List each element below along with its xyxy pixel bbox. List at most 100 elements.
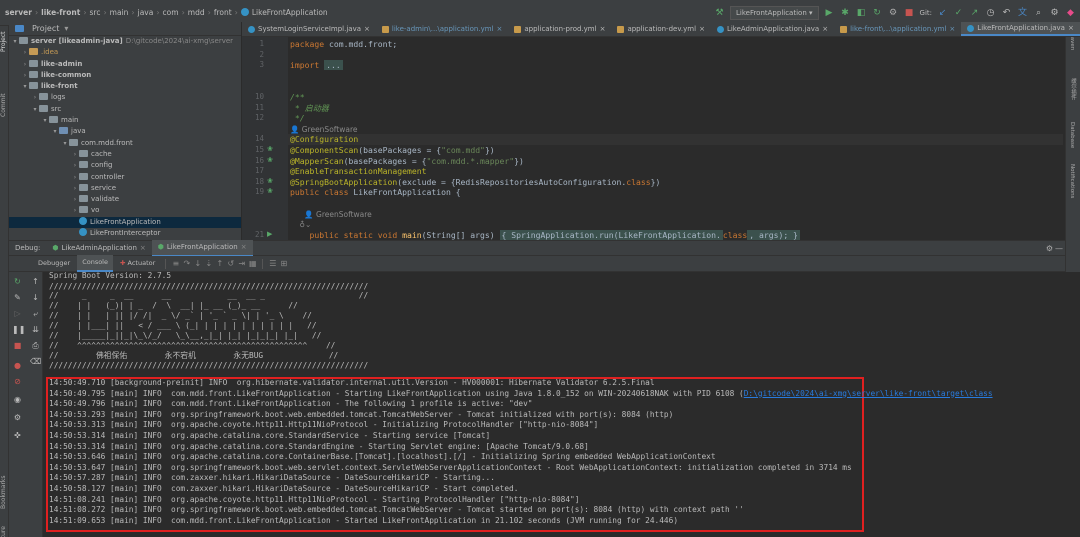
- evaluate-icon[interactable]: ▦: [248, 259, 257, 268]
- step-into-icon[interactable]: ↓: [193, 259, 202, 268]
- step-out-icon[interactable]: ↑: [215, 259, 224, 268]
- chevron-icon[interactable]: ›: [21, 70, 29, 81]
- breadcrumb-item[interactable]: com: [161, 8, 181, 17]
- editor-tab[interactable]: LikeFrontApplication.java ×: [961, 22, 1080, 36]
- editor-tab[interactable]: application-dev.yml ×: [611, 22, 711, 36]
- tab-actuator[interactable]: ✚ Actuator: [115, 256, 160, 271]
- bookmarks-tool-button[interactable]: Bookmarks: [0, 474, 9, 510]
- camera-icon[interactable]: ◉: [12, 394, 23, 405]
- tree-item[interactable]: › vo: [9, 205, 241, 216]
- breadcrumb-item[interactable]: front: [212, 8, 234, 17]
- print-icon[interactable]: ⎙: [30, 340, 41, 351]
- bean-gutter-icon[interactable]: ❀: [267, 156, 277, 164]
- close-icon[interactable]: ×: [497, 22, 503, 36]
- run-config-dropdown[interactable]: LikeFrontApplication ▾: [729, 6, 819, 20]
- clear-icon[interactable]: ⌫: [30, 356, 41, 367]
- rerun-icon[interactable]: ↻: [872, 8, 883, 19]
- editor-tab[interactable]: like-front\...\application.yml ×: [834, 22, 961, 36]
- database-tool-button[interactable]: Database: [1069, 122, 1075, 148]
- bean-gutter-icon[interactable]: ❀: [267, 187, 277, 195]
- close-icon[interactable]: ×: [699, 22, 705, 36]
- close-icon[interactable]: ×: [364, 22, 370, 36]
- translate-icon[interactable]: 文: [1017, 8, 1028, 19]
- tree-item[interactable]: ▾ main: [9, 115, 241, 126]
- show-execution-point-icon[interactable]: ≡: [171, 259, 180, 268]
- breadcrumb-item[interactable]: mdd: [186, 8, 207, 17]
- search-icon[interactable]: ⌕: [1033, 8, 1044, 19]
- breadcrumb-item[interactable]: LikeFrontApplication: [239, 8, 330, 17]
- settings-icon[interactable]: ⚙: [1049, 8, 1060, 19]
- settings-icon[interactable]: ⚙: [12, 412, 23, 423]
- trace-icon[interactable]: ☰: [268, 259, 277, 268]
- structure-tool-button[interactable]: Structure: [0, 523, 9, 537]
- chevron-icon[interactable]: ›: [71, 149, 79, 160]
- tree-item[interactable]: LikeFrontInterceptor: [9, 228, 241, 239]
- breadcrumb-item[interactable]: java: [136, 8, 156, 17]
- step-over-icon[interactable]: ↷: [182, 259, 191, 268]
- run-icon[interactable]: ▶: [824, 8, 835, 19]
- git-commit-icon[interactable]: ✓: [953, 8, 964, 19]
- mute-breakpoints-icon[interactable]: ⊘: [12, 376, 23, 387]
- chevron-icon[interactable]: ›: [71, 194, 79, 205]
- editor-tab[interactable]: LikeAdminApplication.java ×: [711, 22, 834, 36]
- soft-wrap-icon[interactable]: ⤶: [30, 308, 41, 319]
- editor-gutter[interactable]: 1 2 3 10 11 12 14 15 ❀ 16 ❀ 17 18 ❀ 19 ❀ 21 ▶: [242, 37, 288, 240]
- breadcrumb-item[interactable]: main: [108, 8, 131, 17]
- bean-gutter-icon[interactable]: ❀: [267, 145, 277, 153]
- pin-icon[interactable]: ✜: [12, 430, 23, 441]
- stop-icon[interactable]: ■: [904, 8, 915, 19]
- code-editor[interactable]: 1 2 3 10 11 12 14 15 ❀ 16 ❀ 17 18 ❀ 19 ❀ 21 ▶ package com…: [242, 37, 1063, 240]
- chevron-icon[interactable]: ›: [71, 172, 79, 183]
- chevron-icon[interactable]: ›: [71, 183, 79, 194]
- up-icon[interactable]: ↑: [30, 276, 41, 287]
- debug-icon[interactable]: ✱: [840, 8, 851, 19]
- settings-icon[interactable]: ⚙: [1046, 244, 1053, 253]
- breadcrumb-item[interactable]: server: [3, 8, 34, 17]
- commit-tool-button[interactable]: Commit: [0, 92, 9, 118]
- force-step-into-icon[interactable]: ⇣: [204, 259, 213, 268]
- project-panel-title[interactable]: Project: [32, 24, 59, 33]
- rollback-icon[interactable]: ↶: [1001, 8, 1012, 19]
- chevron-icon[interactable]: ›: [71, 205, 79, 216]
- chevron-icon[interactable]: ›: [71, 160, 79, 171]
- chevron-icon[interactable]: ▾: [51, 126, 59, 137]
- tree-item[interactable]: › service: [9, 183, 241, 194]
- chevron-icon[interactable]: ▾: [41, 115, 49, 126]
- pause-icon[interactable]: ❚❚: [12, 324, 25, 335]
- breadcrumb-item[interactable]: src: [88, 8, 103, 17]
- debug-session-tab-front[interactable]: ⬢ LikeFrontApplication ×: [151, 239, 253, 257]
- close-icon[interactable]: ×: [949, 22, 955, 36]
- console-scrollbar[interactable]: [1065, 272, 1080, 537]
- drop-frame-icon[interactable]: ↺: [226, 259, 235, 268]
- breadcrumb-item[interactable]: like-front: [39, 8, 82, 17]
- chevron-icon[interactable]: ›: [21, 59, 29, 70]
- run-gutter-icon[interactable]: ▶: [267, 230, 277, 238]
- notifications-tool-button[interactable]: Notifications: [1069, 164, 1075, 198]
- tree-item[interactable]: › logs: [9, 92, 241, 103]
- chevron-icon[interactable]: ›: [31, 92, 39, 103]
- bean-gutter-icon[interactable]: ❀: [267, 177, 277, 185]
- stop-icon[interactable]: ■: [12, 340, 23, 351]
- minimize-icon[interactable]: —: [1055, 244, 1063, 253]
- close-icon[interactable]: ×: [241, 240, 247, 255]
- console-output[interactable]: Spring Boot Version: 2.7.5//////////////…: [43, 272, 1065, 537]
- chevron-icon[interactable]: ▾: [31, 104, 39, 115]
- down-icon[interactable]: ↓: [30, 292, 41, 303]
- editor-tab[interactable]: application-prod.yml ×: [508, 22, 611, 36]
- tree-item[interactable]: › like-common: [9, 70, 241, 81]
- editor-tab[interactable]: like-admin\...\application.yml ×: [376, 22, 508, 36]
- layout-icon[interactable]: ⊞: [279, 259, 288, 268]
- tree-item[interactable]: › like-admin: [9, 59, 241, 70]
- coverage-icon[interactable]: ◧: [856, 8, 867, 19]
- plugin-tool-button[interactable]: 缓尔插件: [1069, 78, 1077, 100]
- debug-session-tab-admin[interactable]: ⬢ LikeAdminApplication ×: [46, 241, 151, 256]
- chevron-icon[interactable]: ▾: [61, 138, 69, 149]
- tree-item[interactable]: › controller: [9, 172, 241, 183]
- chevron-icon[interactable]: ›: [21, 47, 29, 58]
- view-breakpoints-icon[interactable]: ●: [12, 360, 23, 371]
- tree-item[interactable]: › config: [9, 160, 241, 171]
- tree-item[interactable]: LikeFrontApplication: [9, 216, 241, 229]
- tab-debugger[interactable]: Debugger: [33, 256, 75, 271]
- close-icon[interactable]: ×: [1068, 22, 1074, 35]
- tree-item[interactable]: ▾ com.mdd.front: [9, 138, 241, 149]
